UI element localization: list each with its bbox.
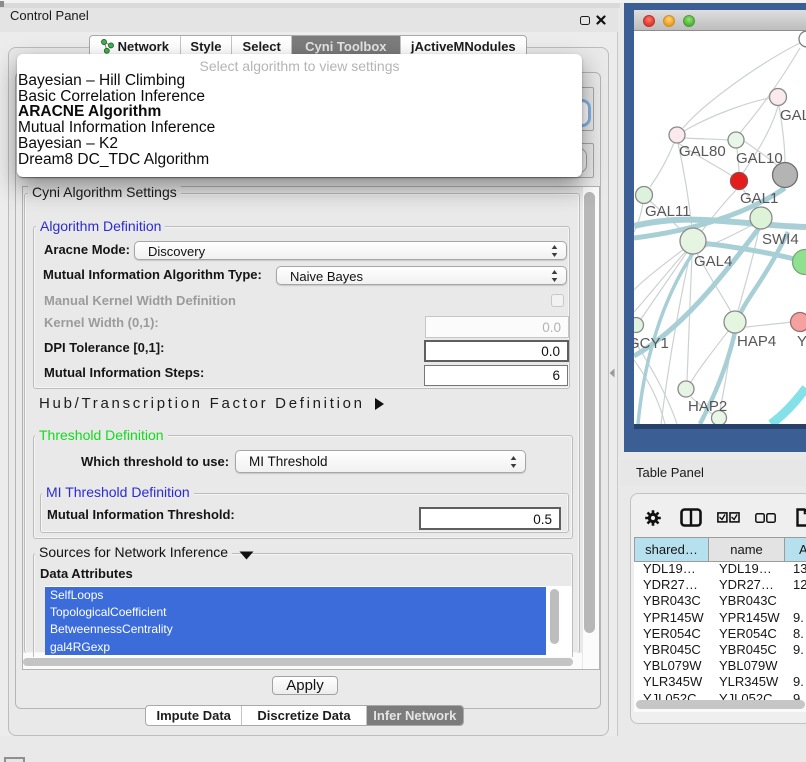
svg-text:GCY1: GCY1 [634, 335, 669, 352]
svg-text:GAL11: GAL11 [645, 203, 691, 220]
svg-text:GAL1: GAL1 [740, 190, 778, 207]
svg-text:GAL10: GAL10 [736, 150, 783, 167]
svg-text:GAL4: GAL4 [694, 253, 732, 270]
svg-text:HAP2: HAP2 [688, 398, 727, 415]
svg-text:HAP4: HAP4 [737, 333, 776, 350]
svg-text:SWI4: SWI4 [762, 231, 799, 248]
svg-text:GAL2: GAL2 [780, 107, 806, 124]
svg-text:Y: Y [797, 333, 806, 350]
svg-text:GAL80: GAL80 [679, 143, 726, 160]
